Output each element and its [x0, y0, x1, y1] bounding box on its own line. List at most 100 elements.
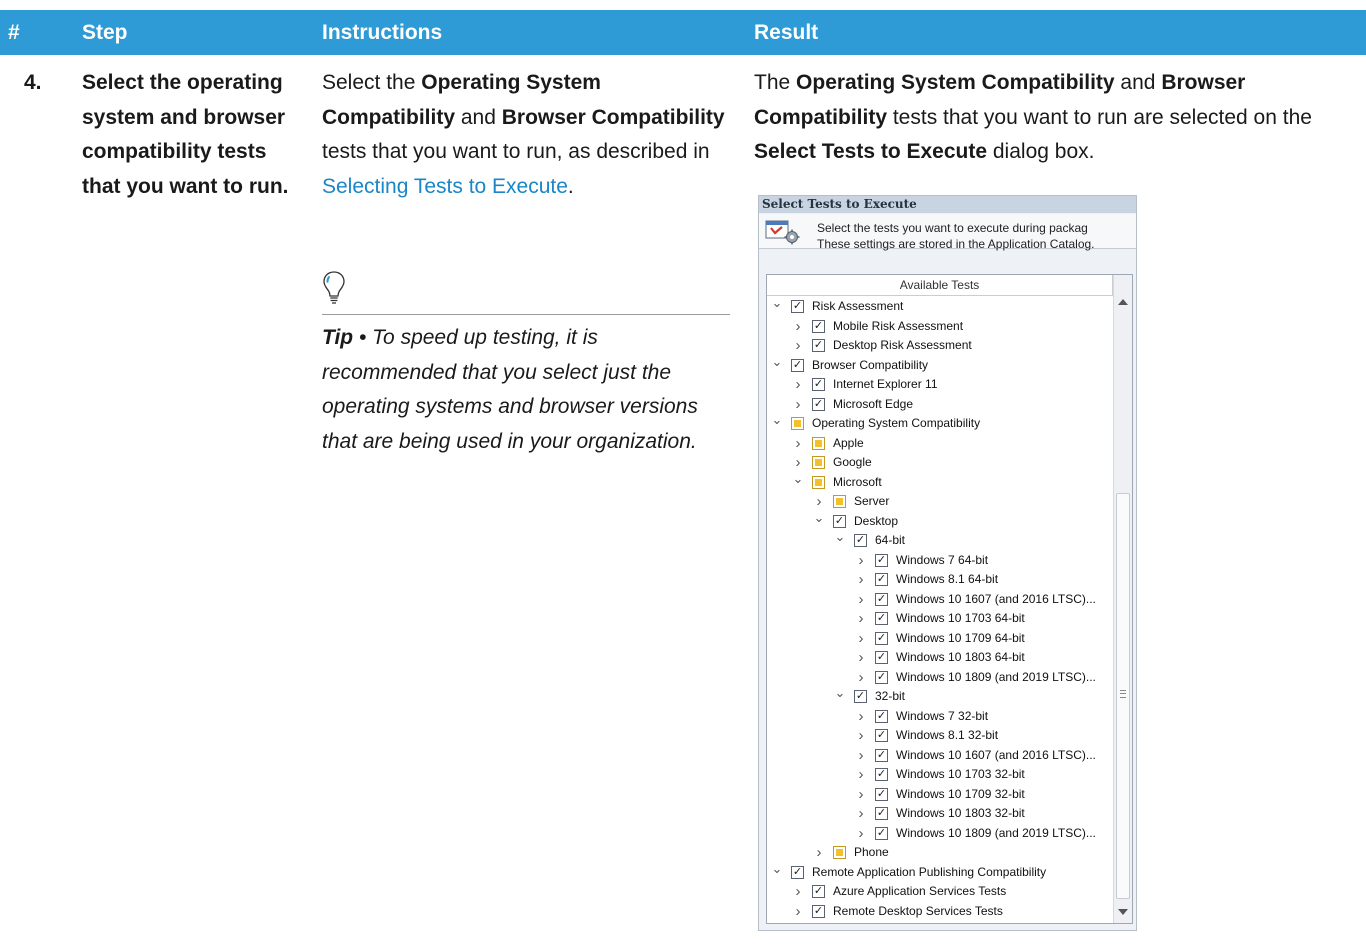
tree-item[interactable]: › ✓ Internet Explorer 11 — [767, 375, 1112, 394]
expand-chevron-icon[interactable]: › — [855, 765, 867, 784]
tree-checkbox[interactable]: ✓ — [875, 729, 888, 742]
expand-chevron-icon[interactable]: › — [855, 648, 867, 667]
tree-item[interactable]: › ✓ Azure Application Services Tests — [767, 882, 1112, 901]
tree-checkbox[interactable] — [812, 475, 825, 489]
expand-chevron-icon[interactable]: › — [855, 570, 867, 589]
tree-item[interactable]: ⌄ ✓ Risk Assessment — [767, 296, 1112, 316]
tree-item[interactable]: ⌄ ✓ Browser Compatibility — [767, 355, 1112, 375]
expand-chevron-icon[interactable]: › — [792, 375, 804, 394]
tree-item[interactable]: ⌄ Operating System Compatibility — [767, 413, 1112, 433]
collapse-chevron-icon[interactable]: ⌄ — [813, 511, 825, 531]
tree-checkbox[interactable]: ✓ — [875, 573, 888, 586]
tree-item[interactable]: › Google — [767, 453, 1112, 472]
tree-item[interactable]: › ✓ Windows 10 1809 (and 2019 LTSC)... — [767, 668, 1112, 687]
collapse-chevron-icon[interactable]: ⌄ — [771, 355, 783, 375]
tree-checkbox[interactable]: ✓ — [875, 670, 888, 684]
tree-checkbox[interactable]: ✓ — [875, 768, 888, 781]
tree-item[interactable]: › ✓ Windows 10 1709 32-bit — [767, 785, 1112, 804]
tree-item[interactable]: › ✓ Windows 10 1607 (and 2016 LTSC)... — [767, 590, 1112, 609]
expand-chevron-icon[interactable]: › — [855, 668, 867, 687]
collapse-chevron-icon[interactable]: ⌄ — [792, 472, 804, 492]
expand-chevron-icon[interactable]: › — [792, 882, 804, 901]
collapse-chevron-icon[interactable]: ⌄ — [834, 530, 846, 550]
tree-checkbox[interactable]: ✓ — [875, 709, 888, 723]
expand-chevron-icon[interactable]: › — [792, 317, 804, 336]
tree-item[interactable]: › ✓ Windows 10 1607 (and 2016 LTSC)... — [767, 746, 1112, 765]
tree-checkbox[interactable]: ✓ — [854, 690, 867, 703]
tree-checkbox[interactable]: ✓ — [875, 553, 888, 567]
tree-checkbox[interactable]: ✓ — [875, 651, 888, 664]
tree-checkbox[interactable]: ✓ — [875, 787, 888, 801]
tree-item[interactable]: › ✓ Windows 7 64-bit — [767, 551, 1112, 570]
expand-chevron-icon[interactable]: › — [792, 395, 804, 414]
expand-chevron-icon[interactable]: › — [855, 746, 867, 765]
tree-item[interactable]: › ✓ Windows 10 1703 32-bit — [767, 765, 1112, 784]
tree-item[interactable]: › ✓ Windows 10 1709 64-bit — [767, 629, 1112, 648]
expand-chevron-icon[interactable]: › — [855, 590, 867, 609]
tree-checkbox[interactable] — [812, 456, 825, 469]
expand-chevron-icon[interactable]: › — [792, 902, 804, 921]
tree-checkbox[interactable]: ✓ — [791, 300, 804, 313]
tree-checkbox[interactable]: ✓ — [812, 397, 825, 411]
collapse-chevron-icon[interactable]: ⌄ — [771, 413, 783, 433]
tree-item[interactable]: › ✓ Windows 10 1703 64-bit — [767, 609, 1112, 628]
tree-item[interactable]: › ✓ Windows 8.1 64-bit — [767, 570, 1112, 589]
tree-item[interactable]: › ✓ Windows 7 32-bit — [767, 707, 1112, 726]
tree-checkbox[interactable]: ✓ — [812, 339, 825, 352]
tree-item[interactable]: › ✓ Mobile Risk Assessment — [767, 317, 1112, 336]
tree-checkbox[interactable]: ✓ — [812, 378, 825, 391]
expand-chevron-icon[interactable]: › — [855, 551, 867, 570]
tree-item[interactable]: › ✓ Windows 8.1 32-bit — [767, 726, 1112, 745]
tree-checkbox[interactable]: ✓ — [875, 592, 888, 606]
scroll-down-arrow-icon[interactable] — [1118, 909, 1128, 915]
tree-checkbox[interactable] — [812, 436, 825, 450]
expand-chevron-icon[interactable]: › — [813, 492, 825, 511]
tree-checkbox[interactable]: ✓ — [875, 612, 888, 625]
tree-item[interactable]: ⌄ ✓ Remote Application Publishing Compatib… — [767, 862, 1112, 882]
expand-chevron-icon[interactable]: › — [855, 824, 867, 843]
tree-checkbox[interactable]: ✓ — [833, 514, 846, 528]
tree-item[interactable]: ⌄ ✓ Desktop — [767, 511, 1112, 531]
available-tests-tree[interactable]: Available Tests ⌄ ✓ Risk Assessment › ✓ Mobil… — [766, 274, 1133, 924]
tree-item[interactable]: › Server — [767, 492, 1112, 511]
tree-item[interactable]: ⌄ ✓ 32-bit — [767, 686, 1112, 706]
collapse-chevron-icon[interactable]: ⌄ — [771, 296, 783, 316]
tree-checkbox[interactable]: ✓ — [791, 865, 804, 879]
tree-item[interactable]: ⌄ ✓ 64-bit — [767, 530, 1112, 550]
tree-item[interactable]: › ✓ Desktop Risk Assessment — [767, 336, 1112, 355]
tree-checkbox[interactable]: ✓ — [875, 748, 888, 762]
tree-item[interactable]: › ✓ Windows 10 1809 (and 2019 LTSC)... — [767, 824, 1112, 843]
expand-chevron-icon[interactable]: › — [792, 453, 804, 472]
expand-chevron-icon[interactable]: › — [855, 726, 867, 745]
collapse-chevron-icon[interactable]: ⌄ — [834, 686, 846, 706]
tree-checkbox[interactable]: ✓ — [875, 631, 888, 645]
tree-item[interactable]: › ✓ Remote Desktop Services Tests — [767, 902, 1112, 921]
tree-checkbox[interactable]: ✓ — [812, 885, 825, 898]
tree-item[interactable]: › ✓ Windows 10 1803 32-bit — [767, 804, 1112, 823]
tree-checkbox[interactable]: ✓ — [812, 319, 825, 333]
tree-item[interactable]: › ✓ Windows 10 1803 64-bit — [767, 648, 1112, 667]
expand-chevron-icon[interactable]: › — [792, 434, 804, 453]
tree-checkbox[interactable]: ✓ — [875, 807, 888, 820]
expand-chevron-icon[interactable]: › — [855, 707, 867, 726]
tree-checkbox[interactable]: ✓ — [854, 534, 867, 547]
tree-item[interactable]: › Phone — [767, 843, 1112, 862]
tree-item[interactable]: › ✓ Microsoft Edge — [767, 395, 1112, 414]
collapse-chevron-icon[interactable]: ⌄ — [771, 862, 783, 882]
selecting-tests-link[interactable]: Selecting Tests to Execute — [322, 175, 568, 198]
tree-item[interactable]: ⌄ Microsoft — [767, 472, 1112, 492]
expand-chevron-icon[interactable]: › — [855, 609, 867, 628]
tree-checkbox[interactable] — [791, 417, 804, 430]
tree-checkbox[interactable]: ✓ — [791, 358, 804, 372]
scrollbar-thumb[interactable] — [1116, 493, 1130, 899]
tree-checkbox[interactable]: ✓ — [875, 826, 888, 840]
column-header-available-tests[interactable]: Available Tests — [767, 275, 1113, 296]
tree-checkbox[interactable] — [833, 495, 846, 508]
expand-chevron-icon[interactable]: › — [792, 336, 804, 355]
expand-chevron-icon[interactable]: › — [855, 804, 867, 823]
tree-checkbox[interactable] — [833, 846, 846, 859]
tree-checkbox[interactable]: ✓ — [812, 904, 825, 918]
tree-item[interactable]: › Apple — [767, 434, 1112, 453]
expand-chevron-icon[interactable]: › — [855, 785, 867, 804]
vertical-scrollbar[interactable] — [1113, 275, 1132, 923]
